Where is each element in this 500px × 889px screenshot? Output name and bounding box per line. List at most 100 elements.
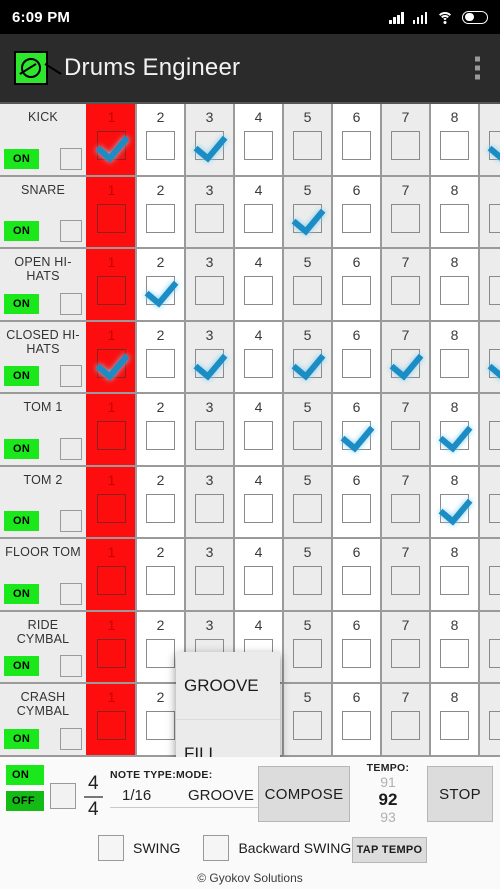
step-checkbox[interactable] bbox=[293, 566, 322, 595]
popup-item-fill[interactable]: FILL bbox=[176, 720, 280, 758]
step-checkbox[interactable] bbox=[97, 276, 126, 305]
swing-checkbox[interactable] bbox=[98, 835, 124, 861]
step-checkbox[interactable] bbox=[489, 711, 500, 740]
step-cell[interactable]: 8 bbox=[429, 249, 478, 320]
step-checkbox[interactable] bbox=[489, 131, 500, 160]
step-cell[interactable]: 2 bbox=[135, 394, 184, 465]
step-cell[interactable]: 2 bbox=[135, 104, 184, 175]
instrument-enable-button[interactable]: ON bbox=[4, 656, 40, 676]
step-cell[interactable]: 6 bbox=[331, 539, 380, 610]
step-cell[interactable]: 4 bbox=[233, 466, 282, 537]
instrument-mute-checkbox[interactable] bbox=[60, 147, 82, 170]
step-cell[interactable]: 6 bbox=[331, 321, 380, 392]
step-checkbox[interactable] bbox=[293, 276, 322, 305]
step-cell[interactable]: 7 bbox=[380, 539, 429, 610]
step-checkbox[interactable] bbox=[489, 493, 500, 523]
step-cell[interactable]: 6 bbox=[331, 611, 380, 682]
step-cell[interactable]: 8 bbox=[429, 176, 478, 247]
step-cell[interactable]: 5 bbox=[282, 321, 331, 392]
step-checkbox[interactable] bbox=[489, 276, 500, 305]
step-checkbox[interactable] bbox=[146, 131, 175, 160]
step-checkbox[interactable] bbox=[342, 638, 371, 668]
stop-button[interactable]: STOP bbox=[427, 766, 493, 822]
step-cell[interactable]: 7 bbox=[380, 394, 429, 465]
step-checkbox[interactable] bbox=[244, 276, 273, 305]
step-cell[interactable]: 9 bbox=[478, 684, 500, 755]
step-checkbox[interactable] bbox=[293, 348, 322, 378]
step-cell[interactable]: 5 bbox=[282, 249, 331, 320]
step-checkbox[interactable] bbox=[195, 203, 224, 233]
instrument-mute-checkbox[interactable] bbox=[60, 292, 82, 315]
step-cell[interactable]: 4 bbox=[233, 321, 282, 392]
step-cell[interactable]: 3 bbox=[184, 176, 233, 247]
step-cell[interactable]: 7 bbox=[380, 104, 429, 175]
step-checkbox[interactable] bbox=[293, 131, 322, 160]
step-cell[interactable]: 2 bbox=[135, 176, 184, 247]
mode-spinner[interactable]: MODE: GROOVE bbox=[176, 769, 258, 808]
step-checkbox[interactable] bbox=[146, 348, 175, 378]
step-cell[interactable]: 4 bbox=[233, 104, 282, 175]
step-checkbox[interactable] bbox=[489, 348, 500, 378]
step-checkbox[interactable] bbox=[342, 566, 371, 595]
step-cell[interactable]: 9 bbox=[478, 539, 500, 610]
step-cell[interactable]: 5 bbox=[282, 684, 331, 755]
step-checkbox[interactable] bbox=[391, 348, 420, 378]
step-checkbox[interactable] bbox=[293, 638, 322, 668]
step-cell[interactable]: 3 bbox=[184, 466, 233, 537]
step-checkbox[interactable] bbox=[440, 203, 469, 233]
step-cell[interactable]: 9 bbox=[478, 394, 500, 465]
step-cell[interactable]: 6 bbox=[331, 684, 380, 755]
step-checkbox[interactable] bbox=[342, 493, 371, 523]
step-cell[interactable]: 1 bbox=[86, 611, 135, 682]
step-checkbox[interactable] bbox=[440, 421, 469, 450]
step-checkbox[interactable] bbox=[440, 348, 469, 378]
step-cell[interactable]: 6 bbox=[331, 176, 380, 247]
step-cell[interactable]: 6 bbox=[331, 394, 380, 465]
step-checkbox[interactable] bbox=[391, 203, 420, 233]
instrument-enable-button[interactable]: ON bbox=[4, 583, 40, 604]
step-checkbox[interactable] bbox=[440, 276, 469, 305]
step-cell[interactable]: 8 bbox=[429, 684, 478, 755]
power-off-button[interactable]: OFF bbox=[6, 791, 44, 811]
instrument-mute-checkbox[interactable] bbox=[60, 655, 82, 677]
step-cell[interactable]: 1 bbox=[86, 539, 135, 610]
step-checkbox[interactable] bbox=[97, 131, 126, 160]
step-checkbox[interactable] bbox=[195, 421, 224, 450]
step-cell[interactable]: 9 bbox=[478, 321, 500, 392]
step-checkbox[interactable] bbox=[489, 203, 500, 233]
step-cell[interactable]: 8 bbox=[429, 611, 478, 682]
step-cell[interactable]: 8 bbox=[429, 104, 478, 175]
step-cell[interactable]: 3 bbox=[184, 321, 233, 392]
step-checkbox[interactable] bbox=[342, 348, 371, 378]
instrument-enable-button[interactable]: ON bbox=[4, 221, 40, 241]
step-checkbox[interactable] bbox=[97, 203, 126, 233]
step-cell[interactable]: 5 bbox=[282, 394, 331, 465]
tempo-picker[interactable]: TEMPO: 91 92 93 bbox=[352, 762, 424, 825]
step-checkbox[interactable] bbox=[293, 421, 322, 450]
step-checkbox[interactable] bbox=[97, 711, 126, 740]
step-checkbox[interactable] bbox=[342, 711, 371, 740]
metronome-checkbox[interactable] bbox=[50, 783, 76, 809]
step-cell[interactable]: 9 bbox=[478, 104, 500, 175]
instrument-mute-checkbox[interactable] bbox=[60, 437, 82, 460]
popup-item-groove[interactable]: GROOVE bbox=[176, 652, 280, 720]
tap-tempo-button[interactable]: TAP TEMPO bbox=[352, 837, 427, 863]
master-power-toggle[interactable]: ON OFF bbox=[6, 765, 44, 811]
step-checkbox[interactable] bbox=[244, 421, 273, 450]
step-checkbox[interactable] bbox=[489, 566, 500, 595]
tempo-previous[interactable]: 91 bbox=[352, 774, 424, 790]
step-checkbox[interactable] bbox=[244, 566, 273, 595]
step-checkbox[interactable] bbox=[293, 711, 322, 740]
step-cell[interactable]: 9 bbox=[478, 249, 500, 320]
step-checkbox[interactable] bbox=[440, 566, 469, 595]
step-cell[interactable]: 1 bbox=[86, 176, 135, 247]
tempo-next[interactable]: 93 bbox=[352, 809, 424, 825]
step-checkbox[interactable] bbox=[146, 711, 175, 740]
step-cell[interactable]: 3 bbox=[184, 539, 233, 610]
step-checkbox[interactable] bbox=[342, 131, 371, 160]
overflow-menu-icon[interactable] bbox=[475, 56, 480, 80]
step-cell[interactable]: 5 bbox=[282, 176, 331, 247]
step-checkbox[interactable] bbox=[342, 276, 371, 305]
step-cell[interactable]: 5 bbox=[282, 539, 331, 610]
step-checkbox[interactable] bbox=[244, 203, 273, 233]
